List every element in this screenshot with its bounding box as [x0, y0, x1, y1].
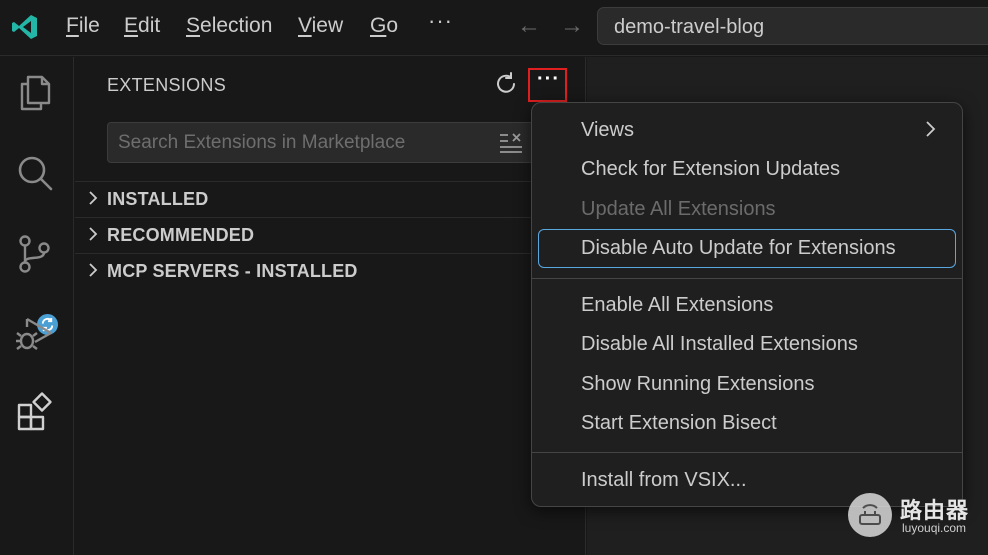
menu-item-bisect[interactable]: Start Extension Bisect — [581, 412, 777, 435]
menu-item-enable-all[interactable]: Enable All Extensions — [581, 294, 773, 317]
menu-go-mnemonic: G — [370, 14, 387, 37]
chevron-right-icon — [89, 263, 98, 277]
section-installed[interactable]: INSTALLED — [75, 181, 586, 217]
extension-search-input[interactable] — [118, 132, 488, 154]
sidebar-title: EXTENSIONS — [107, 75, 227, 95]
menu-selection[interactable]: Selection — [186, 14, 272, 38]
section-recommended[interactable]: RECOMMENDED — [75, 217, 586, 253]
menu-go[interactable]: Go — [370, 14, 398, 38]
title-bar: File Edit Selection View Go ··· ← → demo… — [0, 0, 988, 56]
menu-edit-mnemonic: E — [124, 14, 139, 37]
menu-edit-label: dit — [138, 14, 161, 37]
filter-icon[interactable] — [498, 131, 524, 155]
more-actions-button[interactable]: ··· — [528, 68, 567, 102]
back-arrow-icon[interactable]: ← — [517, 12, 541, 40]
more-actions-label: ··· — [537, 68, 560, 90]
explorer-icon[interactable] — [13, 71, 57, 115]
search-icon[interactable] — [13, 151, 57, 195]
section-mcp-servers-label: MCP SERVERS - INSTALLED — [107, 261, 358, 281]
menu-go-label: o — [386, 14, 399, 37]
watermark-en: luyouqi.com — [902, 521, 967, 535]
chevron-right-icon — [926, 121, 936, 137]
watermark-logo: 路由器 luyouqi.com — [848, 493, 988, 543]
command-center-label: demo-travel-blog — [614, 16, 765, 38]
chevron-right-icon — [89, 191, 98, 205]
menu-selection-mnemonic: S — [186, 14, 201, 37]
menu-file-label: ile — [78, 14, 100, 37]
menu-view-mnemonic: V — [298, 14, 312, 37]
refresh-icon[interactable] — [493, 71, 519, 97]
extensions-sidebar: EXTENSIONS ··· INSTALLED RECOMMENDED MCP… — [75, 57, 586, 555]
source-control-icon[interactable] — [13, 231, 57, 275]
section-mcp-servers[interactable]: MCP SERVERS - INSTALLED — [75, 253, 586, 289]
chevron-right-icon — [89, 227, 98, 241]
menu-file-mnemonic: F — [66, 14, 79, 37]
menu-more-button[interactable]: ··· — [428, 8, 453, 34]
run-debug-icon[interactable] — [13, 311, 57, 355]
menu-item-install-vsix[interactable]: Install from VSIX... — [581, 469, 747, 492]
menu-item-show-running[interactable]: Show Running Extensions — [581, 373, 814, 396]
menu-file[interactable]: File — [66, 14, 100, 38]
extensions-icon[interactable] — [13, 391, 57, 435]
section-recommended-label: RECOMMENDED — [107, 225, 255, 245]
menu-separator — [532, 278, 962, 279]
menu-item-views[interactable]: Views — [581, 119, 634, 142]
command-center[interactable]: demo-travel-blog — [597, 7, 988, 45]
forward-arrow-icon[interactable]: → — [560, 12, 584, 40]
activity-bar — [0, 57, 74, 555]
menu-item-disable-all[interactable]: Disable All Installed Extensions — [581, 333, 858, 356]
router-icon — [848, 493, 892, 537]
extensions-context-menu: Views Check for Extension Updates Update… — [531, 102, 963, 507]
menu-item-disable-auto-update[interactable]: Disable Auto Update for Extensions — [581, 237, 896, 260]
menu-item-update-all: Update All Extensions — [581, 198, 776, 220]
menu-edit[interactable]: Edit — [124, 14, 160, 38]
extension-search-box[interactable] — [107, 122, 539, 163]
menu-item-check-updates[interactable]: Check for Extension Updates — [581, 158, 840, 181]
menu-view-label: iew — [311, 14, 344, 37]
section-installed-label: INSTALLED — [107, 189, 209, 209]
vscode-logo-icon — [12, 15, 37, 39]
menu-separator — [532, 452, 962, 453]
menu-selection-label: election — [200, 14, 273, 37]
menu-view[interactable]: View — [298, 14, 343, 38]
